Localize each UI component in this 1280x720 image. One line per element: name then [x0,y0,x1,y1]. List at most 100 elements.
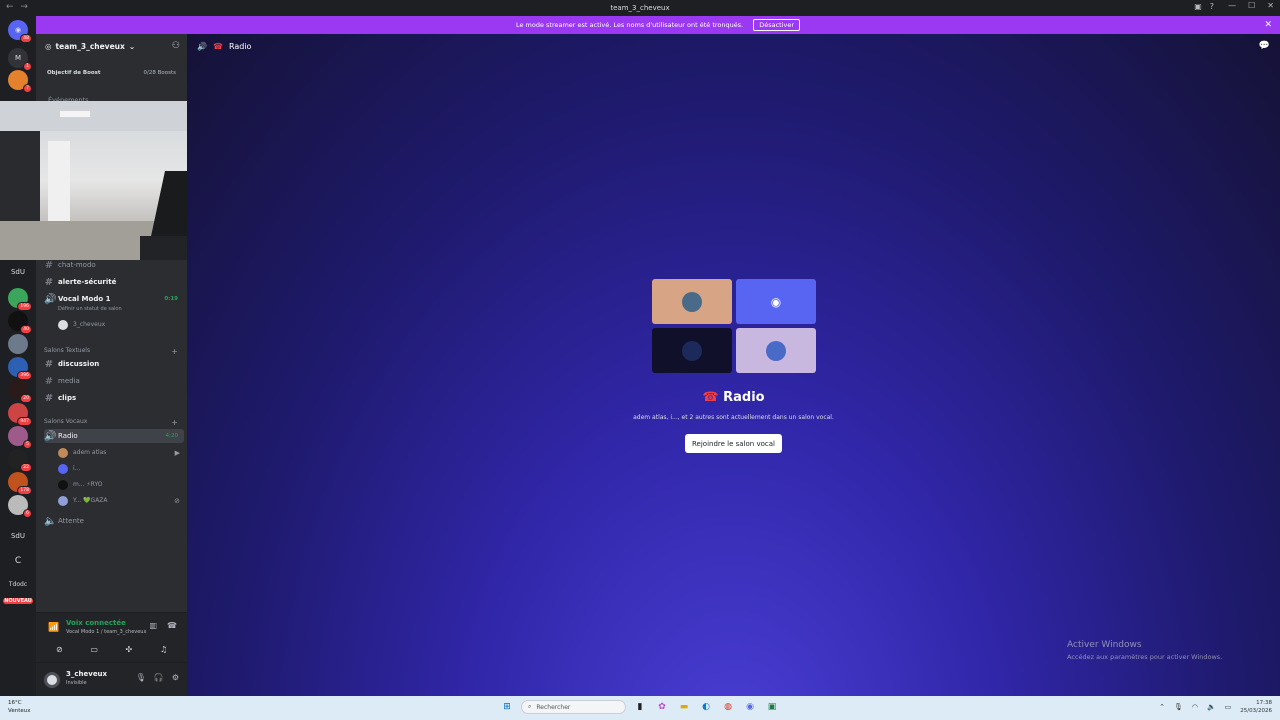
soundboard-button[interactable]: ♫ [149,643,179,656]
channel-status-hint[interactable]: Définir un statut de salon [58,306,122,312]
channel-media[interactable]: # media [44,374,184,388]
channel-radio[interactable]: 🔊 Radio 4:20 [44,429,184,443]
phone-icon: ☎ [702,390,719,405]
server-name: team_3_cheveux [55,41,125,51]
participant-tile[interactable] [652,328,732,373]
server-header[interactable]: ◎ team_3_cheveux ⌄ ⚇ [36,34,187,58]
voice-user[interactable]: i... [58,462,182,475]
file-explorer-icon[interactable]: ▬ [676,699,692,715]
clock[interactable]: 17:38 25/03/2026 [1240,699,1272,715]
discord-home-icon[interactable]: ◉ 48 [8,20,32,43]
wifi-icon[interactable]: ◠ [1192,703,1198,711]
windows-start-icon[interactable]: ⊞ [499,699,515,715]
channel-title: Radio [228,41,252,51]
server-icon[interactable]: 6 [8,495,32,518]
voice-user[interactable]: m... ⚡RYO [58,478,182,491]
taskbar-search[interactable]: ⌕ Rechercher [521,700,626,714]
disable-streamer-button[interactable]: Désactiver [753,19,801,31]
noise-suppression-icon[interactable]: ▥ [149,621,157,630]
streamer-mode-banner: Le mode streamer est activé. Les noms d'… [36,16,1280,34]
category-text[interactable]: Salons Textuels + [44,347,184,356]
voice-user[interactable]: adem atlas ▶ [58,446,182,459]
channel-vocal-modo[interactable]: 🔊 Vocal Modo 1 0:19 [44,292,184,306]
activities-button[interactable]: ✣ [114,643,144,656]
participant-tile[interactable] [736,328,816,373]
microphone-icon[interactable]: 🎙 [1174,703,1183,711]
category-label: Salons Vocaux [44,418,88,425]
boost-label: Objectif de Boost [47,70,101,76]
signal-icon[interactable]: 📶 [48,623,59,633]
chat-icon[interactable]: 💬 [1259,41,1270,51]
call-timer: 0:19 [164,296,178,302]
battery-icon[interactable]: ▭ [1225,703,1232,711]
screen-share-button[interactable]: ▭ [79,643,109,656]
server-icon[interactable] [8,334,28,354]
close-icon[interactable]: ✕ [1264,20,1272,30]
edge-icon[interactable]: ◐ [698,699,714,715]
task-view-icon[interactable]: ▮ [632,699,648,715]
voice-user[interactable]: 3_cheveux [58,318,182,331]
inbox-icon[interactable]: ▣ [1194,2,1202,11]
windows-taskbar: 16°C Venteux ⊞ ⌕ Rechercher ▮ ✿ ▬ ◐ ◍ ◉ ▣… [0,696,1280,720]
copilot-icon[interactable]: ✿ [654,699,670,715]
channel-clips[interactable]: # clips [44,391,184,405]
discord-taskbar-icon[interactable]: ◉ [742,699,758,715]
headphones-icon[interactable]: 🎧 [154,673,164,682]
server-icon[interactable]: 396 [8,357,32,380]
help-icon[interactable]: ? [1210,2,1214,11]
server-icon[interactable]: M1 [8,48,32,71]
server-badge: 1 [23,62,32,71]
server-icon[interactable]: 947 [8,403,32,426]
category-voice[interactable]: Salons Vocaux + [44,418,184,427]
participant-tile[interactable]: ◉ [736,279,816,324]
chevron-up-icon[interactable]: ⌃ [1159,703,1165,711]
channel-label: clips [58,394,77,402]
minimize-button[interactable]: — [1228,1,1236,10]
channel-discussion[interactable]: # discussion [44,357,184,371]
user-name[interactable]: 3_cheveux [66,670,107,678]
channel-attente[interactable]: 🔈 Attente [44,514,184,528]
maximize-button[interactable]: ☐ [1248,1,1255,10]
avatar[interactable] [44,672,60,688]
server-icon[interactable]: 22 [8,449,32,472]
boost-goal[interactable]: Objectif de Boost 0/28 Boosts [39,66,184,80]
chrome-icon[interactable]: ◍ [720,699,736,715]
server-icon[interactable]: 5 [8,426,32,449]
app-icon[interactable]: ▣ [764,699,780,715]
channel-label: Radio [58,432,78,440]
new-badge[interactable]: NOUVEAU [3,598,33,604]
gear-icon[interactable]: ⚙ [172,673,179,682]
server-icon[interactable]: 7 [8,70,32,93]
avatar [58,479,68,490]
server-icon: ◎ [45,41,52,51]
server-icon[interactable]: 178 [8,472,32,495]
server-icon[interactable]: 20 [8,380,32,403]
participant-tile[interactable] [652,279,732,324]
plus-icon[interactable]: + [171,418,178,427]
plus-icon[interactable]: + [171,347,178,356]
disconnect-icon[interactable]: ☎ [167,621,177,630]
server-label[interactable]: SdU [4,532,32,540]
server-label[interactable]: Tdodc [4,581,32,588]
server-icon[interactable]: 40 [8,311,32,334]
add-member-icon[interactable]: ⚇ [172,41,180,51]
microphone-icon[interactable]: 🎙 [136,673,146,682]
server-icon[interactable]: 196 [8,288,32,311]
voice-location[interactable]: Vocal Modo 1 / team_3_cheveux [66,629,146,635]
camera-off-button[interactable]: ⊘ [44,643,74,656]
close-window-button[interactable]: ✕ [1267,1,1274,10]
server-label[interactable]: SdU [4,268,32,276]
channel-alerte-securite[interactable]: # alerte-sécurité [44,275,184,289]
server-badge: 20 [20,394,32,403]
channel-label: Vocal Modo 1 [58,295,111,303]
weather-widget[interactable]: 16°C Venteux [8,699,31,715]
window-titlebar: ← → team_3_cheveux ▣ ? — ☐ ✕ [0,0,1280,16]
join-voice-button[interactable]: Rejoindre le salon vocal [685,434,782,453]
user-name: 3_cheveux [73,321,106,328]
volume-icon[interactable]: 🔈 [1207,703,1216,711]
channel-chat-modo[interactable]: # chat-modo [44,258,184,272]
server-label[interactable]: C [4,556,32,566]
back-forward-icon[interactable]: ← → [6,2,30,12]
voice-user[interactable]: Y... 💚GAZA ⊘ [58,494,182,507]
speaker-icon: 🔊 [44,430,57,442]
